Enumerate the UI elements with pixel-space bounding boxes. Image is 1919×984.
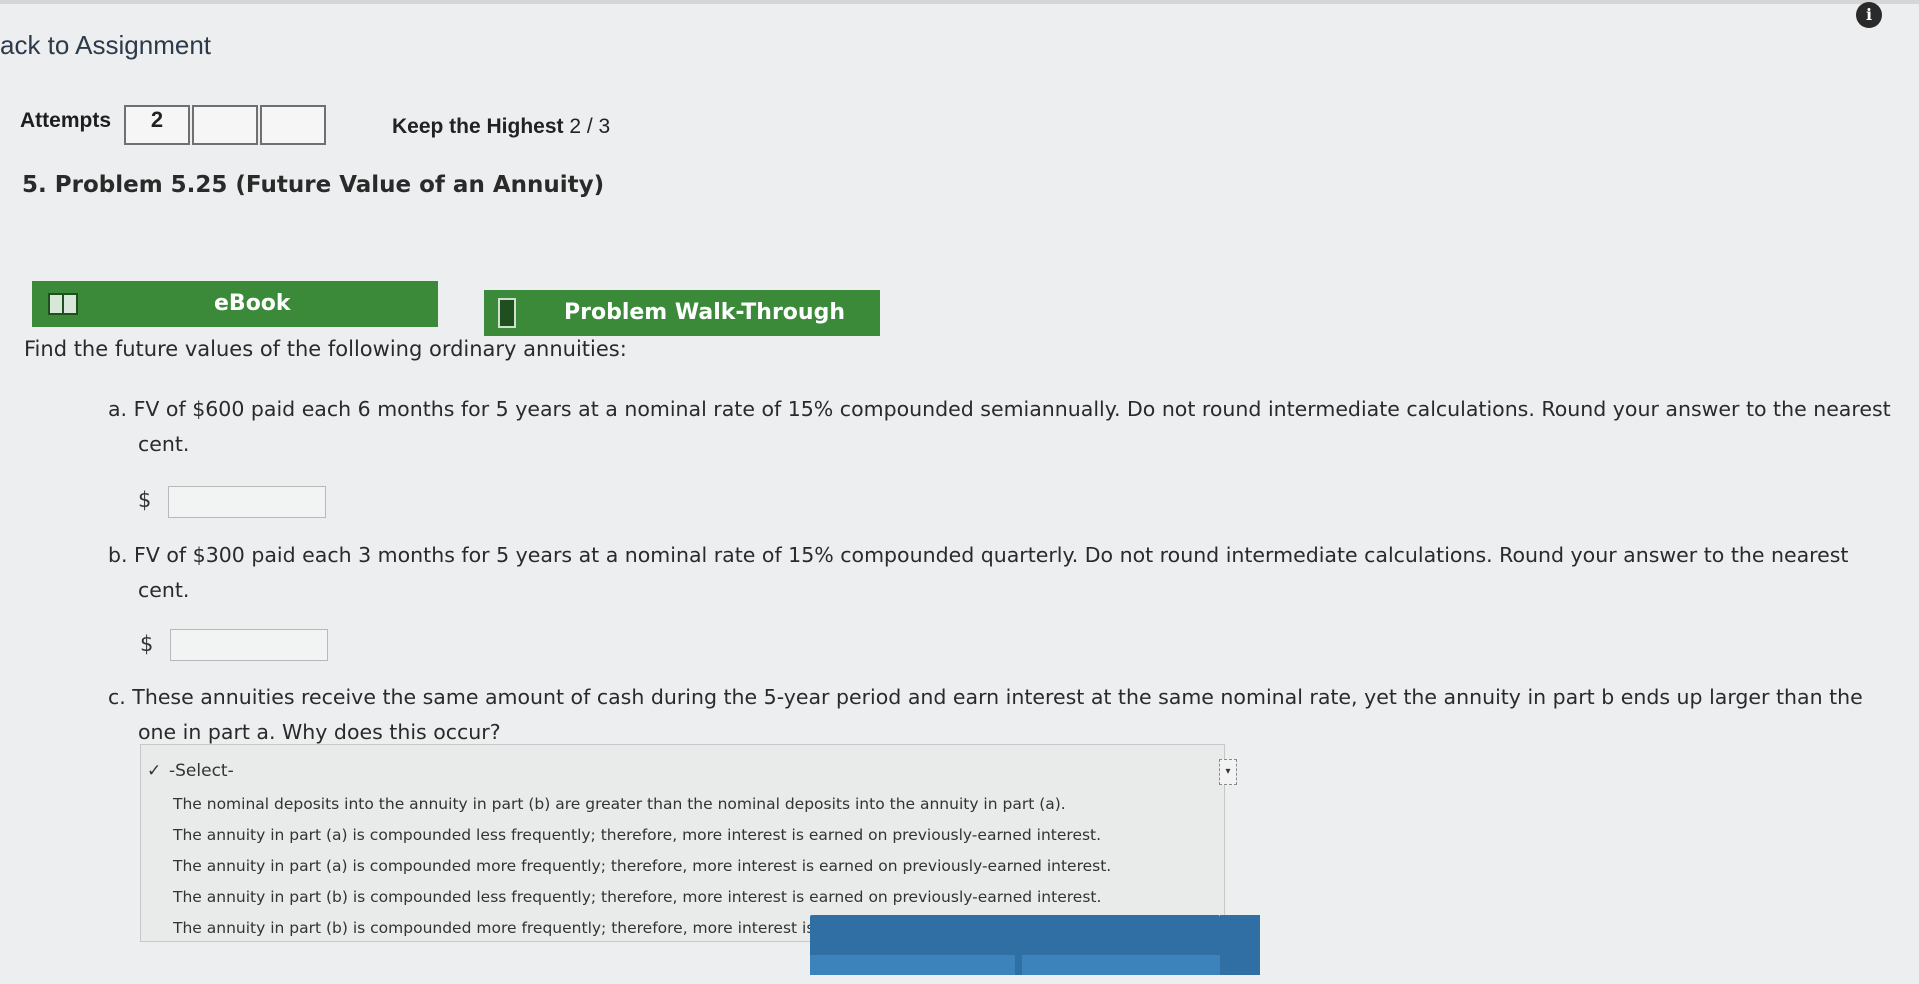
dropdown-option-4[interactable]: The annuity in part (b) is compounded le… [173, 888, 1101, 906]
document-icon [498, 298, 516, 328]
dropdown-selected-option[interactable]: ✓ -Select- [147, 761, 234, 781]
bottom-button-right[interactable] [1022, 955, 1220, 975]
part-b-answer-input[interactable] [170, 629, 328, 661]
bottom-action-buttons[interactable] [810, 915, 1220, 975]
attempt-box-2 [192, 105, 258, 145]
attempts-label: Attempts [20, 109, 112, 132]
instructions-text: Find the future values of the following … [24, 337, 627, 361]
info-icon[interactable]: i [1856, 2, 1882, 28]
part-b-question: b. FV of $300 paid each 3 months for 5 y… [108, 543, 1849, 602]
side-action-button[interactable] [1220, 915, 1260, 975]
dropdown-option-3[interactable]: The annuity in part (a) is compounded mo… [173, 857, 1111, 875]
part-b-currency: $ [140, 632, 154, 656]
walkthrough-label: Problem Walk-Through [564, 300, 845, 325]
part-c-answer-dropdown[interactable]: ✓ -Select- ▾ The nominal deposits into th… [140, 744, 1237, 942]
keep-highest-label: Keep the Highest 2 / 3 [392, 115, 611, 138]
back-to-assignment-link[interactable]: ack to Assignment [0, 30, 211, 61]
dropdown-option-1[interactable]: The nominal deposits into the annuity in… [173, 795, 1066, 813]
dropdown-option-2[interactable]: The annuity in part (a) is compounded le… [173, 826, 1101, 844]
part-a-currency: $ [138, 488, 152, 512]
ebook-label: eBook [214, 291, 291, 316]
problem-walkthrough-button[interactable]: Problem Walk-Through [484, 290, 880, 336]
part-a-answer-input[interactable] [168, 486, 326, 518]
part-c-question: c. These annuities receive the same amou… [108, 685, 1863, 744]
bottom-button-left[interactable] [810, 955, 1015, 975]
chevron-down-icon[interactable]: ▾ [1219, 759, 1237, 785]
part-a-question: a. FV of $600 paid each 6 months for 5 y… [108, 397, 1891, 456]
attempt-box-3 [260, 105, 326, 145]
book-icon [48, 293, 78, 315]
ebook-button[interactable]: eBook [32, 281, 438, 327]
problem-title: 5. Problem 5.25 (Future Value of an Annu… [22, 172, 605, 198]
attempt-box-1: 2 [124, 105, 190, 145]
keep-highest-score: 2 / 3 [569, 115, 611, 138]
top-border [0, 0, 1919, 4]
check-icon: ✓ [147, 761, 162, 781]
